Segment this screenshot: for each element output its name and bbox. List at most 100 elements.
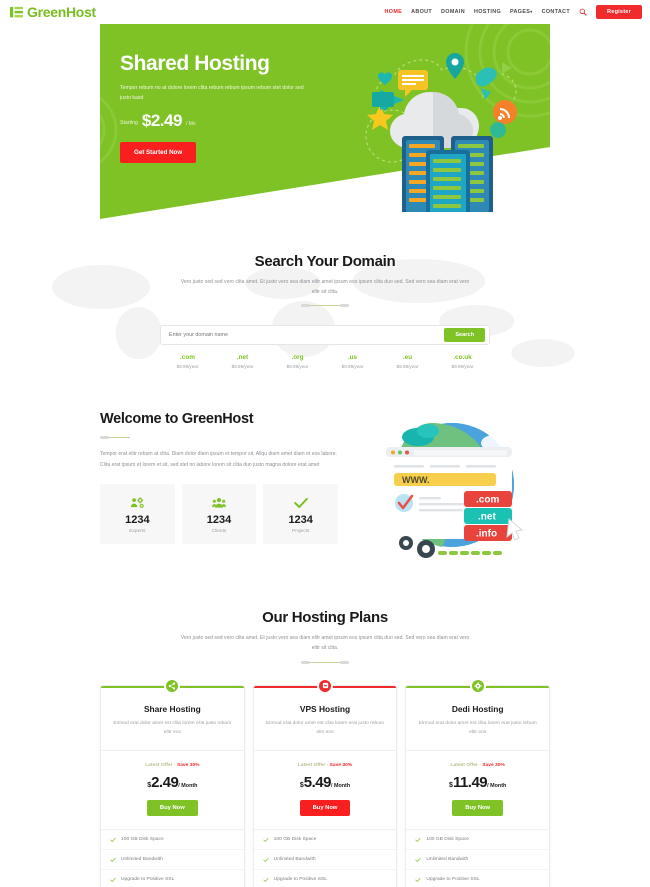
tld-item[interactable]: .org $9.99/year (270, 354, 325, 369)
users-cog-icon (106, 495, 169, 511)
check-icon (263, 877, 269, 882)
check-icon (110, 857, 116, 862)
tld-item[interactable]: .com $9.99/year (160, 354, 215, 369)
plan-offer: Latest Offer - Save 30% (111, 763, 234, 768)
nav-link-home[interactable]: HOME (385, 9, 403, 15)
nav-link-hosting[interactable]: HOSTING (474, 9, 501, 15)
plan-feature: 100 GB Disk Space (406, 830, 550, 851)
plans-section-title: Our Hosting Plans (262, 609, 388, 627)
tld-price-list: .com $9.99/year .net $9.99/year .org $9.… (160, 354, 490, 369)
domain-section-title: Search Your Domain (254, 253, 396, 270)
plan-header: Dedi Hosting Eirmod erat dolor amet est … (406, 688, 550, 752)
tld-price: $9.99/year (286, 364, 309, 370)
hero-content: Shared Hosting Tempor rebum no at dolore… (100, 24, 330, 164)
welcome-text-column: Welcome to GreenHost Tempor erat elitr r… (100, 407, 339, 544)
welcome-title: Welcome to GreenHost (100, 411, 254, 428)
section-divider (301, 660, 349, 664)
nav-link-about[interactable]: ABOUT (411, 9, 432, 15)
plan-feature-label: Unlimited Bandwith (273, 857, 316, 863)
plan-card-vps-hosting[interactable]: VPS Hosting Eirmod erat dolor amet est c… (252, 677, 398, 887)
plan-period: / Month (330, 783, 351, 790)
logo-text: GreenHost (27, 4, 96, 20)
plan-offer-label: Latest Offer - (450, 763, 483, 769)
plan-period: / Month (487, 783, 507, 790)
plans-section-subtitle: Vero justo sed sed vero clita amet. Et j… (180, 635, 470, 652)
hero-price: $2.49 (141, 111, 183, 131)
plan-price-block: Latest Offer - Save 30% $ 2.49 / Month B… (101, 751, 244, 831)
plan-card-dedi-hosting[interactable]: Dedi Hosting Eirmod erat dolor amet est … (405, 677, 551, 887)
plan-period: / Month (178, 783, 198, 790)
nav-link-pages-label: PAGES (510, 9, 531, 15)
tld-price: $9.99/year (176, 364, 199, 370)
nav-link-domain[interactable]: DOMAIN (441, 9, 465, 15)
tld-name: .net (236, 354, 249, 362)
share-icon (164, 677, 181, 694)
domain-search-content: Search Your Domain Vero justo sed sed ve… (100, 253, 550, 369)
stat-label: Clients (211, 528, 227, 534)
plan-feature-label: 100 GB Disk Space (426, 837, 470, 843)
plan-feature-label: Unlimited Bandwith (121, 857, 163, 863)
domain-search-box: Search (160, 325, 490, 346)
plan-save-label: Save 30% (482, 763, 505, 769)
stat-label: Experts (129, 528, 146, 534)
tld-item[interactable]: .co.uk $9.99/year (435, 354, 490, 369)
svg-text:.info: .info (476, 529, 497, 540)
plan-feature: 100 GB Disk Space (101, 830, 244, 851)
search-icon[interactable] (579, 8, 587, 16)
hero-title: Shared Hosting (120, 52, 270, 75)
buy-now-button[interactable]: Buy Now (299, 800, 351, 817)
domain-search-button[interactable]: Search (444, 328, 485, 343)
plan-header: Share Hosting Eirmod erat dolor amet est… (101, 688, 244, 752)
plan-price-block: Latest Offer - Save 30% $ 5.49 / Month B… (253, 751, 397, 831)
hero-banner: Shared Hosting Tempor rebum no at dolore… (100, 24, 550, 219)
logo[interactable]: GreenHost (10, 4, 96, 20)
svg-text:WWW.: WWW. (402, 475, 430, 485)
tld-item[interactable]: .eu $9.99/year (380, 354, 435, 369)
stat-number: 1234 (206, 513, 232, 526)
hero-description: Tempor rebum no at dolore lorem clita re… (120, 85, 304, 101)
nav-link-pages[interactable]: PAGES▾ (510, 9, 533, 15)
plan-feature-label: Upgrade to Positive SSL (273, 877, 327, 883)
navbar: GreenHost HOME ABOUT DOMAIN HOSTING PAGE… (0, 0, 650, 24)
hero-starting-label: Starting (120, 120, 138, 127)
users-icon (188, 495, 251, 511)
plan-amount: 2.49 (151, 774, 179, 792)
tld-price: $9.99/year (451, 364, 474, 370)
register-button[interactable]: Register (596, 5, 642, 19)
plan-feature-label: Unlimited Bandwith (426, 857, 469, 863)
plan-amount: 11.49 (452, 774, 488, 792)
check-icon (269, 495, 332, 511)
buy-now-button[interactable]: Buy Now (452, 800, 504, 817)
tld-item[interactable]: .net $9.99/year (215, 354, 270, 369)
section-divider (301, 304, 349, 308)
check-icon (415, 837, 422, 842)
stat-number: 1234 (288, 513, 313, 526)
get-started-button[interactable]: Get Started Now (120, 142, 197, 164)
plan-card-share-hosting[interactable]: Share Hosting Eirmod erat dolor amet est… (100, 677, 245, 887)
welcome-illustration-column: WWW. .com .net .info (350, 407, 550, 569)
svg-text:.com: .com (476, 495, 499, 506)
chevron-down-icon: ▾ (530, 9, 533, 15)
plan-feature: 100 GB Disk Space (253, 830, 397, 851)
plan-amount: 5.49 (303, 774, 332, 792)
tld-name: .com (180, 354, 195, 362)
plan-feature: Upgrade to Positive SSL (254, 870, 397, 887)
plan-offer: Latest Offer - Save 30% (264, 763, 387, 768)
buy-now-button[interactable]: Buy Now (146, 800, 198, 817)
welcome-description: Tempor erat elitr rebum at clita. Diam d… (100, 451, 337, 468)
welcome-divider (100, 436, 130, 440)
plans-row: Share Hosting Eirmod erat dolor amet est… (100, 677, 551, 887)
tld-item[interactable]: .us $9.99/year (325, 354, 380, 369)
check-icon (110, 877, 116, 882)
plan-header: VPS Hosting Eirmod erat dolor amet est c… (253, 688, 397, 752)
plan-save-label: Save 30% (329, 763, 353, 769)
plan-feature: Unlimited Bandwith (253, 850, 397, 871)
cloud-servers-illustration (365, 53, 517, 212)
plan-offer-label: Latest Offer - (297, 763, 330, 769)
domain-search-input[interactable] (161, 332, 444, 339)
globe-browser-domains-illustration: WWW. .com .net .info (386, 423, 524, 559)
tld-name: .co.uk (453, 354, 472, 362)
plan-price: $ 5.49 / Month (264, 774, 387, 791)
nav-link-contact[interactable]: CONTACT (542, 9, 570, 15)
stat-label: Projects (292, 528, 310, 534)
